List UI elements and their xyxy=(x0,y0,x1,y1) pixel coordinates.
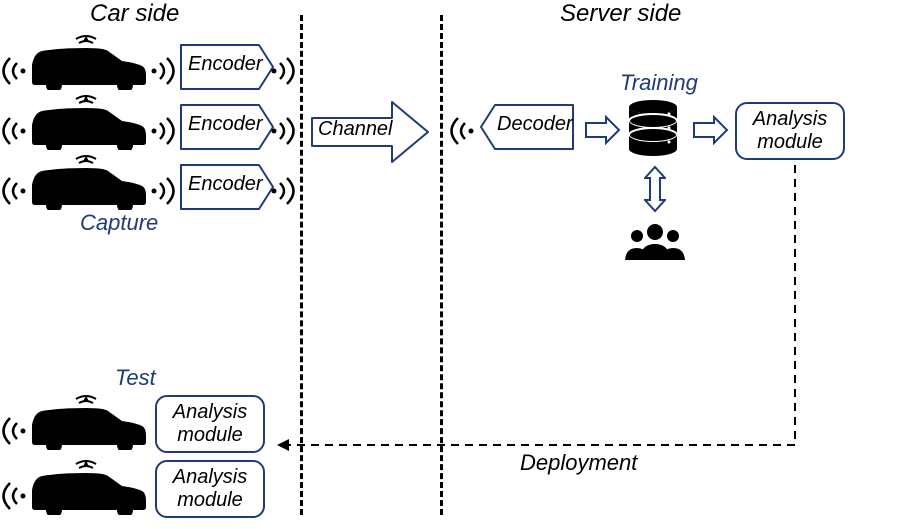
wireless-icon xyxy=(270,55,297,87)
car-icon xyxy=(30,35,150,90)
car-icon xyxy=(30,95,150,150)
wireless-icon xyxy=(448,115,475,147)
training-label: Training xyxy=(620,70,698,96)
deployment-path xyxy=(260,160,870,470)
analysis-module-server: Analysis module xyxy=(735,102,845,160)
server-side-heading: Server side xyxy=(560,0,681,28)
wireless-icon xyxy=(150,55,177,87)
car-icon xyxy=(30,155,150,210)
wireless-icon xyxy=(150,175,177,207)
wireless-icon xyxy=(270,115,297,147)
wireless-icon xyxy=(0,115,27,147)
wireless-icon xyxy=(0,415,27,447)
database-icon xyxy=(627,100,682,160)
arrow-icon xyxy=(584,115,622,145)
analysis-module-car: Analysis module xyxy=(155,460,265,518)
wireless-icon xyxy=(0,55,27,87)
car-icon xyxy=(30,460,150,515)
deployment-label: Deployment xyxy=(520,450,637,476)
car-side-heading: Car side xyxy=(90,0,179,28)
test-label: Test xyxy=(115,365,156,391)
encoder-label: Encoder xyxy=(188,173,263,196)
arrow-icon xyxy=(692,115,730,145)
wireless-icon xyxy=(0,175,27,207)
capture-label: Capture xyxy=(80,210,158,236)
wireless-icon xyxy=(0,480,27,512)
channel-label: Channel xyxy=(318,118,393,141)
encoder-label: Encoder xyxy=(188,53,263,76)
analysis-module-car: Analysis module xyxy=(155,395,265,453)
encoder-label: Encoder xyxy=(188,113,263,136)
car-icon xyxy=(30,395,150,450)
decoder-label: Decoder xyxy=(497,113,573,136)
wireless-icon xyxy=(150,115,177,147)
